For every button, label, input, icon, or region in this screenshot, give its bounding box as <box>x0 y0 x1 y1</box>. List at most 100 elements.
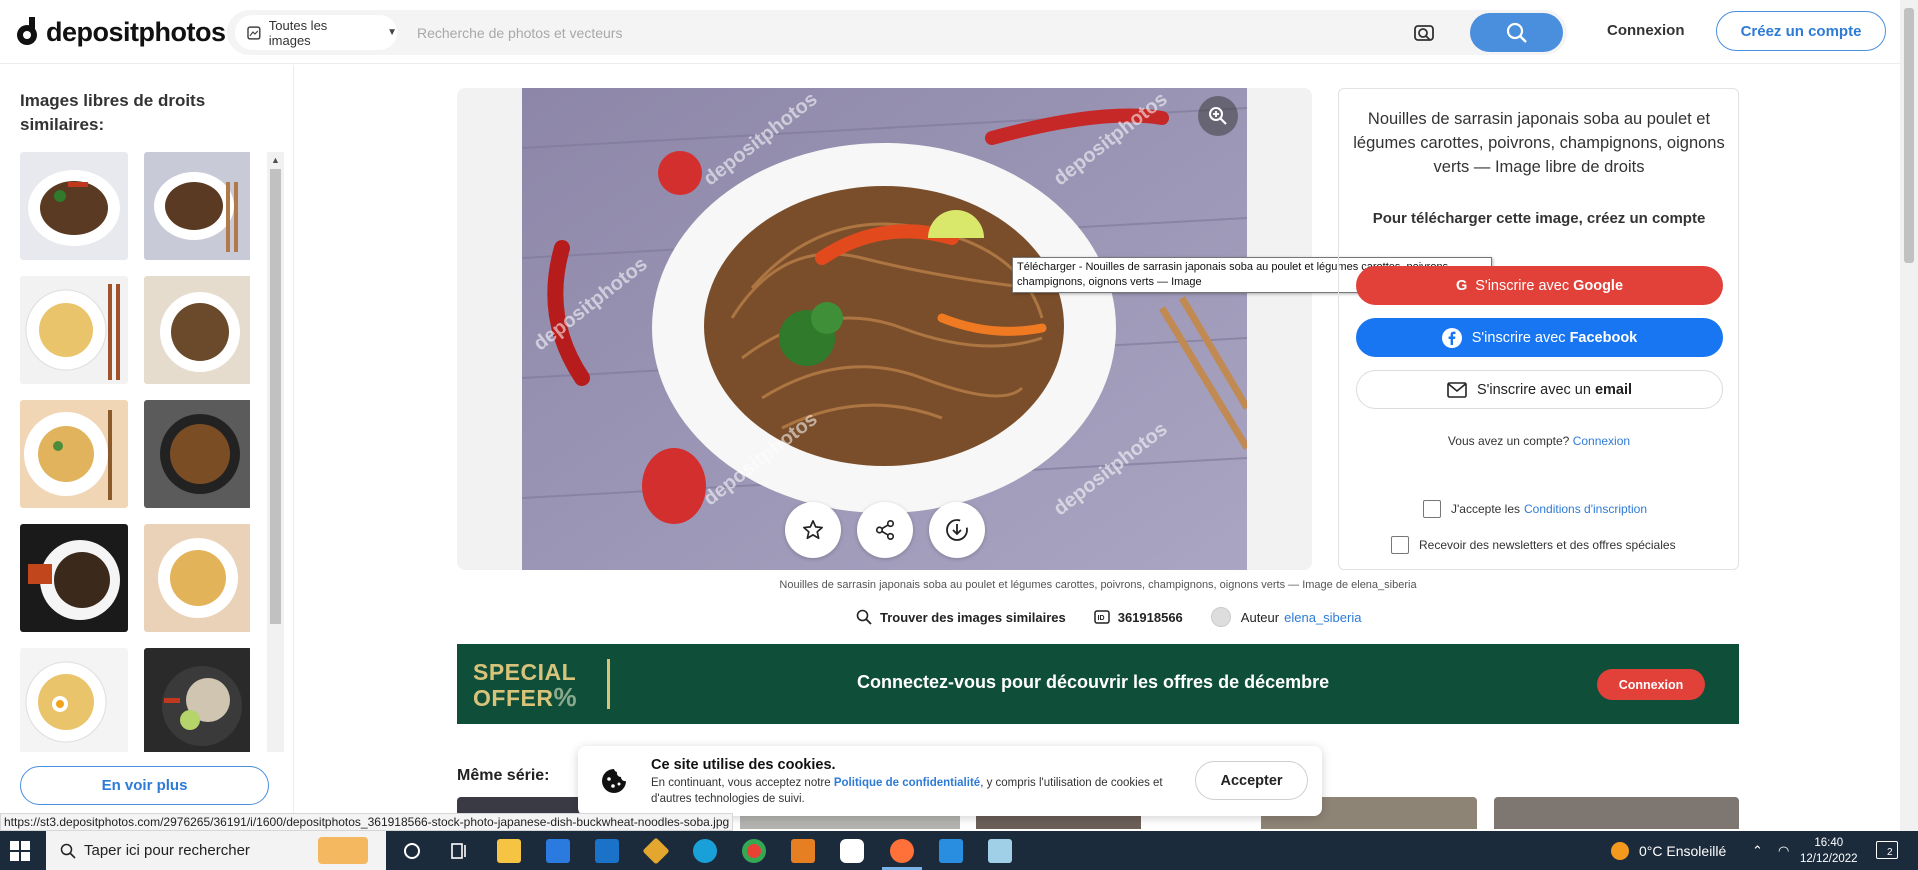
search-button[interactable] <box>1470 13 1563 52</box>
thumbnail-image <box>154 172 238 252</box>
cookie-title: Ce site utilise des cookies. <box>651 757 836 773</box>
firefox-icon[interactable] <box>890 839 914 863</box>
chevron-down-icon: ▼ <box>387 27 397 38</box>
page-scrollbar-thumb[interactable] <box>1904 8 1914 263</box>
author-link[interactable]: elena_siberia <box>1284 610 1361 625</box>
thumbnail-noodles-plate-top[interactable] <box>144 276 250 384</box>
taskbar-clock[interactable]: 16:40 12/12/2022 <box>1800 835 1858 867</box>
search-icon <box>1506 22 1527 43</box>
scroll-up-arrow-icon[interactable]: ▲ <box>271 155 280 165</box>
file-explorer-icon[interactable] <box>497 839 521 863</box>
share-icon <box>875 520 895 540</box>
facebook-icon <box>1441 327 1462 348</box>
id-badge-icon: ID <box>1093 610 1110 624</box>
wifi-icon[interactable]: ◠ <box>1778 843 1789 859</box>
thumbnail-noodles-wok-dark[interactable] <box>144 400 250 508</box>
download-button[interactable] <box>929 502 985 558</box>
visual-search-camera-icon[interactable] <box>1412 21 1436 45</box>
search-bar: Toutes les images ▼ <box>227 10 1567 55</box>
newsletter-checkbox[interactable] <box>1391 536 1409 554</box>
terms-link[interactable]: Conditions d'inscription <box>1524 502 1647 516</box>
privacy-policy-link[interactable]: Politique de confidentialité <box>834 777 980 789</box>
thumbnail-image <box>28 540 120 620</box>
create-account-button[interactable]: Créez un compte <box>1716 11 1886 51</box>
see-more-button[interactable]: En voir plus <box>20 766 269 805</box>
thumbnail-beef-noodles-chopsticks[interactable] <box>20 524 128 632</box>
image-caption: Nouilles de sarrasin japonais soba au po… <box>779 579 1417 591</box>
xampp-icon[interactable] <box>791 839 815 863</box>
thumbnail-soba-noodles-bowl-1[interactable] <box>20 152 128 260</box>
download-prompt: Pour télécharger cette image, créez un c… <box>1372 210 1706 227</box>
accept-cookies-button[interactable]: Accepter <box>1195 761 1308 800</box>
thumbnail-ramen-egg-bowl[interactable] <box>20 648 128 752</box>
clock-time: 16:40 <box>1814 837 1844 849</box>
taskbar-search-placeholder: Taper ici pour rechercher <box>84 842 250 859</box>
cookie-text: En continuant, vous acceptez notre Polit… <box>651 775 1181 807</box>
cortana-icon[interactable] <box>400 839 424 863</box>
image-filter-icon <box>247 25 261 40</box>
depositphotos-logo[interactable]: depositphotos <box>14 16 226 48</box>
banner-login-button[interactable]: Connexion <box>1597 669 1705 700</box>
author-info: Auteur elena_siberia <box>1210 607 1361 627</box>
zoom-button[interactable] <box>1198 96 1238 136</box>
image-type-filter[interactable]: Toutes les images ▼ <box>235 15 397 50</box>
search-input[interactable] <box>417 18 1297 48</box>
email-button-prefix: S'inscrire avec un <box>1476 381 1591 398</box>
filter-label: Toutes les images <box>268 17 328 48</box>
vscode-icon[interactable] <box>939 839 963 863</box>
star-icon <box>803 520 823 540</box>
slack-icon[interactable] <box>840 839 864 863</box>
envelope-icon <box>1447 381 1467 398</box>
have-account-label: Vous avez un compte? <box>1447 434 1570 448</box>
thumbnail-rice-bowl-lime[interactable] <box>144 648 250 752</box>
notepad-icon[interactable] <box>988 839 1012 863</box>
thumbnail-soba-noodles-bowl-2[interactable] <box>144 152 250 260</box>
same-series-title: Même série: <box>457 767 550 784</box>
sidebar-scrollbar[interactable]: ▲ <box>267 152 284 752</box>
find-similar-link[interactable]: Trouver des images similaires <box>856 609 1066 625</box>
thumbnail-image <box>25 284 120 380</box>
logo-icon <box>17 17 37 45</box>
signup-email-button[interactable]: S'inscrire avec un email <box>1356 370 1723 409</box>
thumbnail-image <box>160 292 240 372</box>
chevron-up-icon[interactable]: ⌃ <box>1752 843 1763 859</box>
main-photo[interactable]: depositphotos depositphotos depositphoto… <box>522 88 1247 570</box>
signup-facebook-button[interactable]: S'inscrire avec Facebook <box>1356 318 1723 357</box>
app-diamond-icon[interactable] <box>642 837 670 865</box>
notifications-button[interactable]: 2 <box>1876 841 1898 859</box>
svg-text:ID: ID <box>1097 615 1104 622</box>
chrome-icon[interactable] <box>742 839 766 863</box>
series-thumbnail[interactable] <box>1494 797 1739 829</box>
thumbnail-chow-mein-white-plate[interactable] <box>20 400 128 508</box>
google-button-brand: Google <box>1573 277 1624 294</box>
weather-text: 0°C Ensoleillé <box>1639 843 1727 859</box>
author-avatar[interactable] <box>1210 607 1231 627</box>
login-link[interactable]: Connexion <box>1607 22 1685 39</box>
signup-google-button[interactable]: G S'inscrire avec Google <box>1356 266 1723 305</box>
scrollbar-thumb[interactable] <box>270 169 281 624</box>
offer-logo-bar <box>607 659 610 709</box>
terms-checkbox[interactable] <box>1423 500 1441 518</box>
favorite-button[interactable] <box>785 502 841 558</box>
thumbnail-egg-noodles-plate[interactable] <box>144 524 250 632</box>
thumbnail-image <box>162 666 242 746</box>
edge-icon[interactable] <box>693 839 717 863</box>
zoom-in-icon <box>1209 107 1227 125</box>
have-account-login-link[interactable]: Connexion <box>1573 434 1630 448</box>
facebook-button-prefix: S'inscrire avec <box>1471 329 1566 346</box>
thumbnail-udon-noodles-chopsticks[interactable] <box>20 276 128 384</box>
soba-noodles-photo <box>522 88 1247 570</box>
author-label: Auteur <box>1240 609 1280 625</box>
weather-widget[interactable]: 0°C Ensoleillé <box>1611 842 1726 860</box>
google-button-prefix: S'inscrire avec <box>1475 277 1570 294</box>
microsoft-store-icon[interactable] <box>546 839 570 863</box>
page-scrollbar[interactable] <box>1900 0 1918 831</box>
task-view-icon[interactable] <box>448 839 472 863</box>
windows-start-icon[interactable] <box>10 841 30 861</box>
share-button[interactable] <box>857 502 913 558</box>
sun-icon <box>1611 842 1629 860</box>
search-icon <box>856 609 872 625</box>
taskbar-search[interactable]: Taper ici pour rechercher <box>46 831 386 870</box>
terms-row: J'accepte les Conditions d'inscription <box>1423 500 1647 518</box>
mail-icon[interactable] <box>595 839 619 863</box>
